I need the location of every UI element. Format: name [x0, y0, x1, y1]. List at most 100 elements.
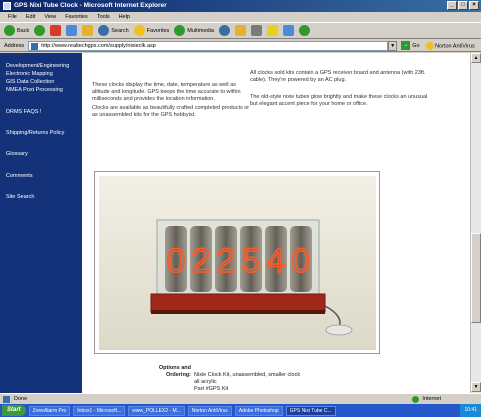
scroll-up-button[interactable]: ▲: [471, 53, 481, 63]
kits-paragraph: Clocks are available as beautifully craf…: [92, 105, 250, 118]
address-url: http://www.realtechgps.com/supply/nixiec…: [41, 42, 156, 49]
stop-button[interactable]: [50, 25, 62, 36]
internet-globe-icon: [412, 396, 420, 403]
star-icon: [133, 25, 145, 36]
back-button[interactable]: Back: [4, 25, 29, 36]
edit-icon: [266, 25, 278, 36]
nixie-digit-3: 2: [217, 242, 236, 280]
home-button[interactable]: [82, 25, 94, 36]
address-input[interactable]: http://www.realtechgps.com/supply/nixiec…: [28, 40, 389, 51]
menu-favorites[interactable]: Favorites: [65, 12, 88, 22]
forward-arrow-icon: [34, 25, 46, 36]
maximize-button[interactable]: □: [458, 1, 468, 10]
task-inbox[interactable]: Inbox1 - Microsoft...: [73, 405, 126, 416]
search-label: Search: [111, 27, 129, 34]
refresh-button[interactable]: [66, 25, 78, 36]
sidebar-link-glossary[interactable]: Glossary: [6, 151, 28, 157]
mail-icon: [234, 25, 246, 36]
history-button[interactable]: [218, 25, 230, 36]
nixie-paragraph: The old-style nixie tubes glow brightly …: [250, 94, 428, 107]
task-norton[interactable]: Norton AntiVirus: [187, 405, 232, 416]
menu-view[interactable]: View: [44, 12, 56, 22]
back-label: Back: [17, 27, 30, 34]
intro-paragraph: These clocks display the time, date, tem…: [92, 82, 241, 102]
address-bar: Address http://www.realtechgps.com/suppl…: [0, 40, 481, 52]
window-title: GPS Nixi Tube Clock - Microsoft Internet…: [14, 2, 167, 9]
close-button[interactable]: ×: [469, 1, 479, 10]
sidebar-link-site-search[interactable]: Site Search: [6, 194, 34, 200]
sidebar-link-comments[interactable]: Comments: [6, 173, 33, 179]
status-bar: Done Internet: [0, 393, 481, 404]
task-zonealarm[interactable]: ZoneAlarm Pro: [28, 405, 71, 416]
discuss-icon: [282, 25, 294, 36]
discuss-button[interactable]: [282, 25, 294, 36]
minimize-button[interactable]: _: [447, 1, 457, 10]
menu-tools[interactable]: Tools: [97, 12, 110, 22]
sidebar-nav: Development/Engineering Electronic Mappi…: [0, 53, 82, 393]
home-icon: [82, 25, 94, 36]
menu-help[interactable]: Help: [119, 12, 130, 22]
go-button[interactable]: → Go: [401, 41, 420, 50]
forward-button[interactable]: [34, 25, 46, 36]
sidebar-link-shipping[interactable]: Shipping/Returns Policy: [6, 130, 64, 136]
nixie-digit-4: 5: [242, 242, 261, 280]
address-label: Address: [4, 42, 25, 49]
options-value-1: Nixie Clock Kit, unassembled, smaller cl…: [194, 372, 301, 378]
history-icon: [218, 25, 230, 36]
nixie-digit-1: 0: [167, 242, 186, 280]
sidebar-link-drms-faqs[interactable]: DRMS FAQS !: [6, 109, 41, 115]
page-icon: [31, 42, 39, 50]
norton-icon: [425, 41, 434, 50]
multimedia-label: Multimedia: [187, 27, 214, 34]
multimedia-icon: [174, 25, 186, 36]
multimedia-button[interactable]: Multimedia: [174, 25, 214, 36]
status-text: Done: [14, 396, 28, 402]
norton-button[interactable]: Norton AntiVirus: [425, 41, 475, 50]
back-arrow-icon: [4, 25, 15, 36]
task-photoshop[interactable]: Adobe Photoshop: [234, 405, 283, 416]
norton-label: Norton AntiVirus: [435, 42, 475, 49]
ie-icon: [3, 2, 11, 10]
menu-bar: File Edit View Favorites Tools Help: [0, 12, 481, 22]
system-tray: 10:41: [460, 404, 481, 417]
address-dropdown[interactable]: ▼: [388, 40, 398, 51]
go-label: Go: [412, 42, 420, 49]
search-button[interactable]: Search: [98, 25, 129, 36]
scroll-down-button[interactable]: ▼: [471, 382, 481, 392]
menu-file[interactable]: File: [8, 12, 17, 22]
sidebar-link-nmea[interactable]: NMEA Post Processing: [6, 87, 63, 93]
options-block: Options and Ordering: Nixie Clock Kit, un…: [145, 365, 300, 393]
task-gps-nixie[interactable]: GPS Nixi Tube C...: [285, 405, 336, 416]
clock-photo: 0 2 2 5 4 0: [94, 171, 380, 354]
sidebar-link-electronic-mapping[interactable]: Electronic Mapping: [6, 71, 53, 77]
options-value-3: Part #GPS Kit: [194, 386, 229, 392]
page-content: Development/Engineering Electronic Mappi…: [0, 53, 470, 393]
refresh-icon: [66, 25, 78, 36]
edit-button[interactable]: [266, 25, 278, 36]
nixie-clock-image: 0 2 2 5 4 0: [99, 176, 376, 350]
vertical-scrollbar[interactable]: ▲ ▼: [470, 53, 481, 393]
favorites-button[interactable]: Favorites: [133, 25, 170, 36]
start-button[interactable]: Start: [2, 405, 26, 416]
sidebar-link-development[interactable]: Development/Engineering: [6, 63, 69, 69]
options-label: Options and Ordering:: [158, 365, 191, 378]
stop-icon: [50, 25, 62, 36]
task-pollex[interactable]: www_POLLEX2 - M...: [128, 405, 185, 416]
taskbar: Start ZoneAlarm Pro Inbox1 - Microsoft..…: [0, 404, 481, 417]
options-value-2: all acrylic: [194, 379, 217, 385]
menu-edit[interactable]: Edit: [26, 12, 35, 22]
favorites-label: Favorites: [146, 27, 170, 34]
go-arrow-icon: →: [401, 41, 411, 50]
contents-paragraph: All clocks sold kits contain a GPS recei…: [250, 70, 426, 83]
search-icon: [98, 25, 110, 36]
print-button[interactable]: [250, 25, 262, 36]
scroll-thumb[interactable]: [471, 233, 481, 323]
messenger-icon: [298, 25, 310, 36]
toolbar: Back Search Favorites Multimedia: [0, 22, 481, 39]
mail-button[interactable]: [234, 25, 246, 36]
nixie-digit-6: 0: [292, 242, 311, 280]
title-bar: GPS Nixi Tube Clock - Microsoft Internet…: [0, 0, 481, 12]
tray-clock[interactable]: 10:41: [464, 407, 477, 413]
sidebar-link-gis[interactable]: GIS Data Collection: [6, 79, 54, 85]
messenger-button[interactable]: [298, 25, 310, 36]
